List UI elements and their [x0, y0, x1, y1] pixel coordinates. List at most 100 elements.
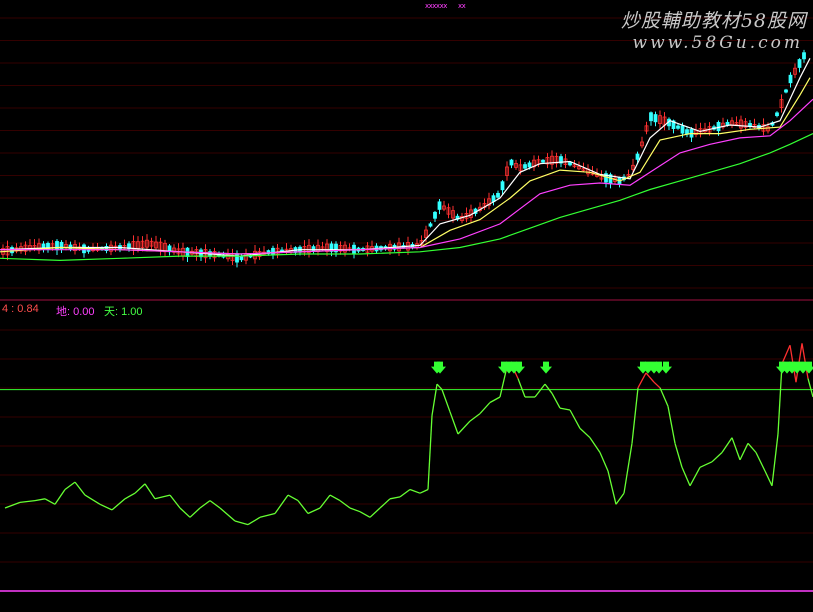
oscillator-segment: [653, 381, 661, 389]
oscillator-segment: [551, 392, 561, 409]
oscillator-segment: [441, 389, 451, 413]
oscillator-segment: [287, 494, 299, 502]
candle-body: [784, 89, 788, 93]
oscillator-segment: [681, 467, 691, 487]
oscillator-segment: [247, 516, 261, 526]
oscillator-segment: [781, 344, 791, 364]
oscillator-segment: [689, 466, 701, 487]
candle-body: [523, 164, 527, 169]
candle-body: [527, 162, 532, 168]
oscillator-segment: [755, 452, 766, 472]
ma-line-ma10: [0, 77, 811, 255]
oscillator-segment: [307, 507, 321, 515]
oscillator-segment: [259, 512, 276, 518]
watermark-title: 炒股輔助教材58股网: [620, 10, 807, 32]
oscillator-segment: [399, 488, 411, 498]
oscillator-segment: [479, 402, 491, 415]
oscillator-segment: [379, 498, 391, 509]
oscillator-segment: [419, 488, 429, 494]
oscillator-segment: [34, 498, 46, 502]
top-tag-1: xxxxxx: [425, 2, 447, 10]
candle-body: [541, 159, 545, 163]
candle-body: [635, 153, 640, 160]
oscillator-segment: [631, 387, 639, 444]
oscillator-segment: [637, 372, 647, 389]
oscillator-segment: [771, 433, 779, 486]
signal-arrows: [431, 361, 813, 374]
oscillator-segment: [667, 406, 676, 444]
oscillator-segment: [589, 437, 601, 453]
candle-body: [568, 162, 572, 166]
oscillator-segment: [319, 494, 331, 509]
candle-body: [496, 192, 500, 198]
candle-body: [271, 247, 275, 256]
oscillator-segment: [645, 372, 655, 383]
indicator-label-3: 天: 1.00: [104, 306, 143, 318]
candle-body: [235, 253, 239, 263]
oscillator-segment: [499, 370, 507, 398]
oscillator-segment: [489, 396, 501, 404]
oscillator-segment: [427, 415, 433, 490]
oscillator-segment: [436, 383, 443, 391]
candle-body: [725, 121, 730, 126]
oscillator-segment: [144, 483, 156, 500]
candle-body: [437, 201, 442, 210]
candle-body: [509, 159, 514, 166]
oscillator-segment: [64, 481, 76, 491]
watermark-url: www.58Gu.com: [632, 33, 803, 53]
oscillator-segment: [449, 411, 459, 435]
candlesticks: [1, 49, 806, 268]
oscillator-segment: [559, 407, 571, 411]
candle-body: [680, 125, 685, 134]
oscillator-segment: [54, 489, 66, 505]
candle-body: [428, 223, 433, 227]
oscillator-segment: [623, 443, 633, 494]
oscillator-segment: [84, 494, 101, 505]
oscillator-segment: [179, 507, 191, 518]
oscillator-segment: [534, 383, 546, 398]
oscillator-segment: [599, 452, 609, 472]
oscillator-segment: [764, 470, 773, 487]
oscillator-segment: [189, 507, 201, 518]
oscillator-segment: [349, 507, 361, 513]
top-tag-2: xx: [458, 2, 466, 10]
oscillator-segment: [297, 500, 309, 514]
candle-body: [433, 211, 437, 219]
oscillator-segment: [19, 499, 36, 504]
oscillator-segment: [777, 363, 783, 435]
candle-body: [716, 122, 721, 132]
candle-body: [653, 114, 658, 123]
oscillator-segment: [721, 437, 733, 453]
oscillator-segment: [99, 503, 113, 511]
ma-line-ma20: [0, 98, 813, 255]
oscillator-segment: [329, 494, 341, 502]
oscillator-segment: [389, 496, 401, 500]
oscillator-segment: [747, 442, 757, 453]
ma-line-ma5: [0, 58, 811, 257]
oscillator-segment: [234, 520, 249, 526]
oscillator-segment: [409, 488, 421, 494]
oscillator-segment: [154, 494, 171, 500]
candle-body: [55, 241, 59, 251]
oscillator-segment: [615, 492, 625, 505]
oscillator-segment: [699, 461, 713, 468]
oscillator-lines: [4, 343, 813, 526]
candle-body: [676, 125, 680, 129]
oscillator-segment: [4, 501, 21, 509]
oscillator-segment: [169, 494, 181, 509]
grid-lines: [0, 17, 813, 563]
candle-body: [797, 59, 802, 68]
oscillator-segment: [711, 452, 723, 463]
indicator-label-1: 4 : 0.84: [2, 303, 39, 315]
candle-body: [649, 112, 653, 122]
oscillator-segment: [607, 470, 617, 505]
oscillator-segment: [44, 498, 56, 505]
oscillator-segment: [431, 383, 438, 416]
oscillator-segment: [579, 427, 591, 439]
candle-body: [802, 52, 806, 60]
oscillator-segment: [457, 420, 471, 435]
candle-body: [788, 74, 793, 84]
candle-body: [239, 255, 244, 261]
candle-body: [775, 112, 779, 117]
oscillator-segment: [369, 507, 381, 518]
